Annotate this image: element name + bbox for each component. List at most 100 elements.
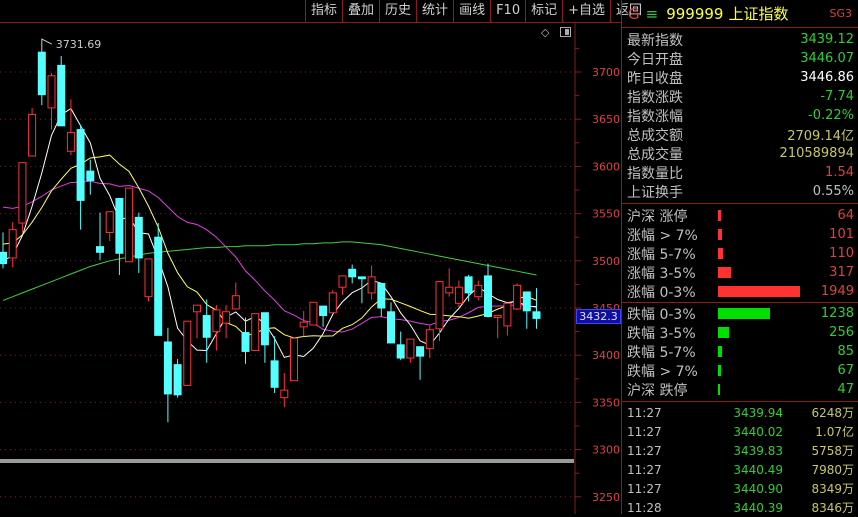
distribution-count: 67 — [837, 363, 854, 378]
toolbar-button[interactable]: 标记 — [525, 0, 562, 22]
candle-body — [280, 389, 289, 399]
pane-splitter[interactable] — [0, 459, 574, 463]
fall-distribution: 跌幅 0-3% 1238 跌幅 3-5% 256 跌幅 5-7% 85 跌幅 > 7% 67 沪… — [622, 303, 858, 402]
candle-body — [416, 346, 425, 357]
candle-body — [212, 309, 221, 333]
candle-down — [416, 346, 425, 380]
distribution-count: 1238 — [820, 306, 854, 321]
candle-up — [125, 187, 134, 263]
distribution-count: 1949 — [820, 284, 854, 299]
candle-up — [280, 373, 289, 408]
candle-up — [251, 313, 260, 351]
toolbar-button[interactable]: +自选 — [562, 0, 610, 22]
toolbar-button[interactable]: F10 — [490, 0, 525, 22]
candle-body — [474, 284, 483, 298]
candle-body — [484, 275, 492, 317]
tick-price: 3440.02 — [733, 424, 783, 439]
rise-row: 沪深 涨停 64 — [622, 206, 858, 225]
candle-body — [222, 311, 231, 324]
candle-body — [503, 302, 512, 327]
candle-body — [348, 268, 357, 278]
candle-up — [18, 162, 27, 233]
menu-icon[interactable]: ≡ — [646, 5, 659, 23]
tick-row: 11:27 3439.83 5758万 — [622, 441, 858, 460]
candle-body — [125, 187, 134, 263]
candle-down — [357, 276, 366, 304]
candle-up — [513, 283, 522, 310]
candle-body — [425, 329, 434, 350]
distribution-count: 101 — [829, 227, 854, 242]
distribution-bar — [718, 308, 770, 319]
stat-label: 今日开盘 — [627, 51, 683, 68]
tick-time: 11:27 — [627, 462, 662, 477]
candle-up — [435, 281, 444, 342]
tick-amount: 6248万 — [811, 406, 854, 420]
distribution-bar — [718, 327, 729, 338]
y-tick-label: 3600 — [592, 160, 620, 173]
stat-value: 3446.86 — [800, 70, 854, 85]
toolbar-button[interactable]: 叠加 — [342, 0, 379, 22]
distribution-count: 85 — [837, 344, 854, 359]
candle-down — [387, 302, 395, 344]
g-icon[interactable]: G — [628, 5, 640, 23]
stat-value: -7.74 — [820, 89, 854, 104]
candle-body — [260, 312, 269, 346]
panel-toggle-icon[interactable] — [560, 27, 571, 37]
candle-down — [115, 197, 124, 275]
tick-price: 3440.90 — [733, 481, 783, 496]
candle-body — [387, 311, 395, 344]
tick-amount: 7980万 — [811, 463, 854, 477]
tick-time: 11:27 — [627, 481, 662, 496]
stat-row: 指数涨跌 -7.74 — [622, 87, 858, 106]
candle-body — [377, 282, 386, 309]
distribution-label: 跌幅 0-3% — [627, 306, 696, 323]
candle-body — [454, 286, 463, 304]
y-tick-label: 3550 — [592, 208, 620, 221]
stat-row: 昨日收盘 3446.86 — [622, 68, 858, 87]
toolbar-button[interactable]: 历史 — [379, 0, 416, 22]
distribution-bar — [718, 286, 800, 297]
candle-body — [202, 315, 211, 338]
candle-body — [299, 321, 308, 328]
candle-down — [76, 124, 85, 230]
candle-body — [357, 276, 366, 280]
stat-row: 今日开盘 3446.07 — [622, 49, 858, 68]
candle-up — [144, 258, 153, 302]
tick-list: 11:27 3439.94 6248万 11:27 3440.02 1.07亿 11:27 3… — [622, 402, 858, 517]
candle-up — [445, 268, 454, 297]
divider — [0, 22, 622, 23]
candle-up — [425, 324, 434, 359]
candle-body — [513, 284, 522, 310]
distribution-bar — [718, 365, 721, 376]
toolbar: 指标 叠加 历史 统计 画线 F10 标记 +自选 返回 — [305, 0, 647, 22]
max-marker — [41, 38, 53, 45]
toolbar-button[interactable]: 指标 — [305, 0, 342, 22]
toolbar-button[interactable]: 画线 — [453, 0, 490, 22]
candle-body — [406, 338, 415, 359]
candle-up — [183, 320, 192, 386]
candle-body — [163, 341, 172, 395]
tick-row: 11:27 3440.90 8349万 — [622, 479, 858, 498]
distribution-label: 跌幅 > 7% — [627, 363, 698, 380]
candle-down — [202, 299, 211, 363]
kline-chart[interactable]: 3250330033503400345035003550360036503700… — [0, 0, 622, 514]
distribution-label: 沪深 跌停 — [627, 382, 688, 399]
tick-row: 11:27 3440.49 7980万 — [622, 460, 858, 479]
candle-body — [251, 313, 260, 351]
diamond-icon[interactable]: ◇ — [541, 26, 549, 39]
stat-label: 指数涨幅 — [627, 108, 683, 125]
sg-indicator[interactable]: SG3 — [829, 7, 852, 20]
distribution-count: 47 — [837, 382, 854, 397]
distribution-bar — [718, 248, 723, 259]
candle-body — [57, 64, 66, 127]
tick-time: 11:28 — [627, 500, 662, 515]
candle-body — [154, 236, 163, 336]
candle-body — [532, 311, 541, 319]
toolbar-button[interactable]: 统计 — [416, 0, 453, 22]
stat-label: 上证换手 — [627, 184, 683, 201]
distribution-count: 317 — [829, 265, 854, 280]
candle-up — [212, 305, 221, 351]
stat-value: 3446.07 — [800, 51, 854, 66]
distribution-bar — [718, 267, 731, 278]
distribution-bar — [718, 346, 722, 357]
